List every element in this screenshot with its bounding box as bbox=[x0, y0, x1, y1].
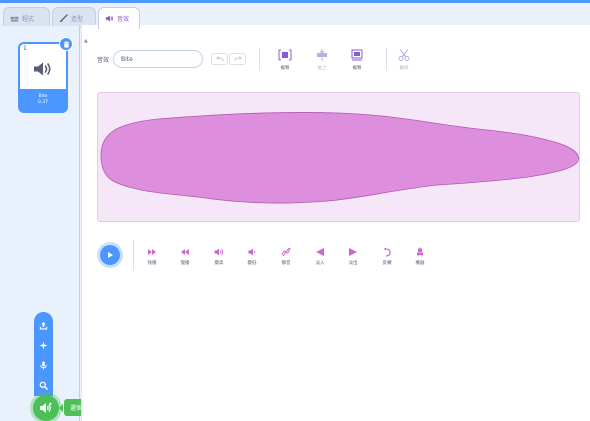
softer-icon bbox=[248, 248, 256, 256]
effect-faster[interactable]: 快播 bbox=[140, 247, 164, 266]
effect-louder-label: 變高 bbox=[214, 261, 224, 266]
effect-softer-label: 變低 bbox=[247, 261, 257, 266]
sound-thumbnail bbox=[24, 53, 62, 85]
robot-icon bbox=[417, 247, 423, 257]
effect-reverse-label: 反轉 bbox=[382, 261, 392, 266]
undo-button[interactable] bbox=[211, 53, 228, 65]
speaker-icon bbox=[105, 15, 113, 22]
sound-name-label: 音效 bbox=[97, 57, 110, 64]
scissors-icon bbox=[398, 49, 410, 61]
copy-icon bbox=[278, 49, 292, 61]
effect-robot[interactable]: 機器 bbox=[408, 247, 432, 266]
sound-tile-number: 1 bbox=[23, 45, 27, 52]
louder-icon bbox=[214, 248, 223, 256]
choose-sound-button[interactable] bbox=[33, 395, 59, 421]
trash-icon bbox=[63, 40, 69, 48]
copy-new-icon bbox=[351, 49, 363, 61]
fade-out-icon bbox=[349, 248, 357, 256]
effect-mute[interactable]: 靜音 bbox=[274, 247, 298, 266]
surprise-icon bbox=[39, 340, 48, 350]
faster-icon bbox=[148, 249, 156, 255]
code-icon bbox=[10, 16, 19, 22]
effect-louder[interactable]: 變高 bbox=[207, 247, 231, 266]
tool-copy-new-label: 複製 bbox=[352, 66, 362, 71]
paste-icon bbox=[317, 49, 327, 61]
effects-divider bbox=[133, 240, 134, 270]
effect-robot-label: 機器 bbox=[415, 261, 425, 266]
effect-mute-label: 靜音 bbox=[281, 261, 291, 266]
speaker-add-icon bbox=[40, 402, 52, 413]
tool-delete-label: 刪除 bbox=[399, 66, 409, 71]
tool-copy-label: 複製 bbox=[280, 66, 290, 71]
effect-fade-out-label: 淡出 bbox=[348, 261, 358, 266]
effect-slower[interactable]: 慢播 bbox=[173, 247, 197, 266]
upload-icon bbox=[39, 321, 48, 329]
play-icon bbox=[108, 252, 113, 258]
sound-editor-app: 程式 造型 音效 1 Bite 0.37 ▲ 音效 Bite 複製 貼上 複製 … bbox=[0, 0, 590, 421]
scroll-up-icon[interactable]: ▲ bbox=[84, 38, 88, 44]
tab-bar: 程式 造型 音效 bbox=[0, 0, 590, 29]
tab-costume-label: 造型 bbox=[71, 15, 84, 23]
effect-fade-in-label: 淡入 bbox=[315, 261, 325, 266]
tool-copy-new[interactable]: 複製 bbox=[343, 48, 371, 71]
undo-icon bbox=[215, 56, 223, 62]
sound-tile-selected[interactable]: 1 Bite 0.37 bbox=[18, 37, 73, 113]
tool-paste[interactable]: 貼上 bbox=[308, 48, 336, 71]
waveform bbox=[100, 112, 579, 204]
tool-copy[interactable]: 複製 bbox=[271, 48, 299, 71]
tool-delete[interactable]: 刪除 bbox=[390, 48, 418, 71]
search-icon bbox=[39, 381, 48, 390]
effect-reverse[interactable]: 反轉 bbox=[375, 247, 399, 266]
redo-icon bbox=[234, 56, 242, 62]
tab-sound-label: 音效 bbox=[117, 16, 130, 23]
record-sound-button[interactable] bbox=[38, 358, 49, 372]
brush-icon bbox=[59, 13, 68, 22]
sound-editor-area bbox=[81, 25, 590, 421]
play-button[interactable] bbox=[100, 245, 120, 265]
sound-name-input[interactable] bbox=[113, 50, 203, 68]
mute-icon bbox=[281, 247, 291, 257]
tab-code-label: 程式 bbox=[22, 15, 35, 23]
effect-softer[interactable]: 變低 bbox=[240, 247, 264, 266]
upload-sound-button[interactable] bbox=[38, 318, 49, 332]
surprise-sound-button[interactable] bbox=[38, 338, 49, 352]
effect-fade-out[interactable]: 淡出 bbox=[341, 247, 365, 266]
sound-tile-duration: 0.37 bbox=[37, 100, 49, 105]
effect-slower-label: 慢播 bbox=[180, 261, 190, 266]
undo-redo-group bbox=[211, 53, 246, 65]
effect-fade-in[interactable]: 淡入 bbox=[308, 247, 332, 266]
redo-button[interactable] bbox=[229, 53, 246, 65]
tool-paste-label: 貼上 bbox=[317, 66, 327, 71]
tab-code[interactable]: 程式 bbox=[3, 7, 50, 28]
speaker-icon bbox=[34, 62, 51, 76]
reverse-icon bbox=[383, 247, 391, 257]
search-sound-button[interactable] bbox=[38, 378, 49, 392]
sound-tile-info: Bite 0.37 bbox=[20, 89, 66, 111]
slower-icon bbox=[181, 249, 189, 255]
toolbar-divider bbox=[259, 48, 260, 70]
toolbar-divider bbox=[386, 48, 387, 70]
fade-in-icon bbox=[316, 248, 324, 256]
delete-sound-button[interactable] bbox=[59, 37, 73, 51]
tab-sound[interactable]: 音效 bbox=[98, 7, 140, 29]
microphone-icon bbox=[40, 360, 47, 370]
effect-faster-label: 快播 bbox=[147, 261, 157, 266]
waveform-area[interactable] bbox=[97, 92, 580, 222]
add-sound-menu bbox=[34, 312, 53, 396]
